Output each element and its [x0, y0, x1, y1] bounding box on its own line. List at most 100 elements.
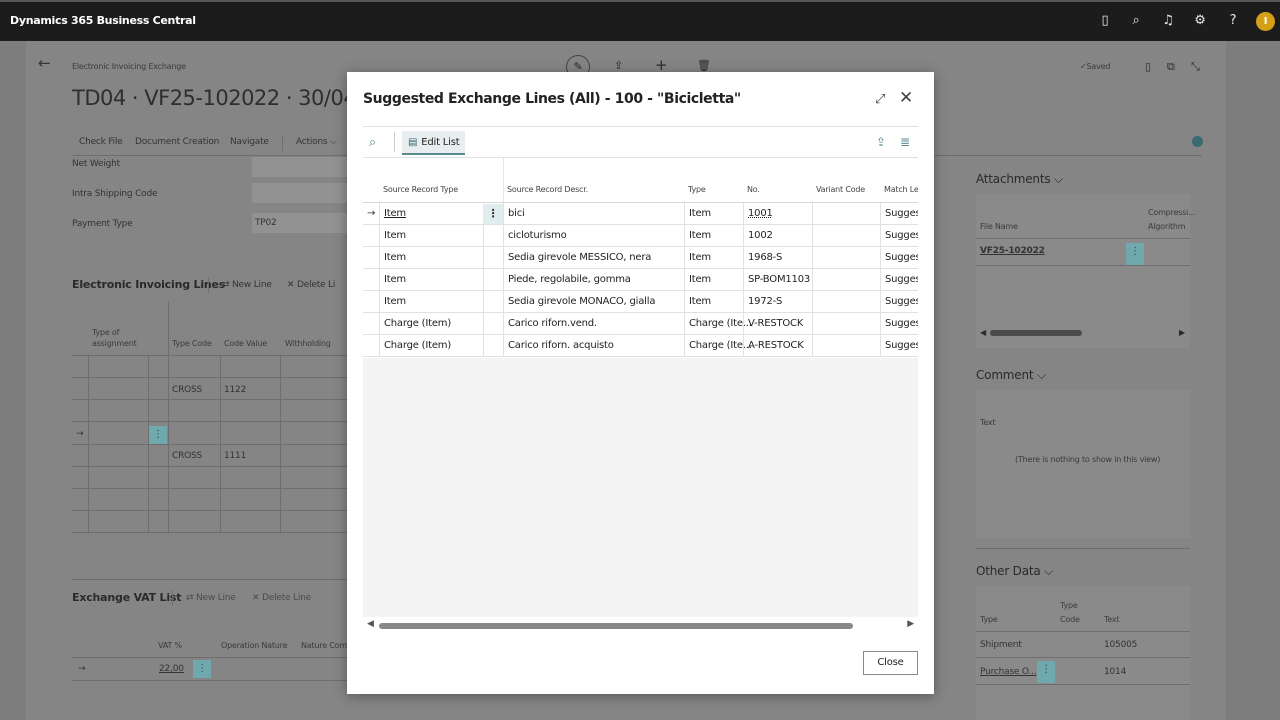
- vat-delete-line-button[interactable]: ✕ Delete Line: [252, 593, 311, 603]
- share-icon[interactable]: ⇪: [614, 59, 623, 72]
- attachments-title[interactable]: Attachments ⌵: [976, 172, 1063, 187]
- search-icon[interactable]: ⌕: [1128, 13, 1144, 29]
- col-variant-code[interactable]: Variant Code: [816, 185, 865, 194]
- eil-delete-line-button[interactable]: ✕ Delete Li: [287, 280, 335, 290]
- other-row-menu-icon[interactable]: ⋮: [1037, 661, 1055, 683]
- vat-new-line-button[interactable]: ⇄ New Line: [186, 593, 236, 603]
- scroll-left-icon[interactable]: ◀: [367, 619, 374, 629]
- table-row[interactable]: Item Sedia girevole MESSICO, nera Item 1…: [363, 247, 918, 269]
- attachments-scrollbar[interactable]: [990, 330, 1082, 336]
- cell-type[interactable]: Item: [689, 225, 711, 247]
- cell-match[interactable]: Suggest: [885, 203, 918, 225]
- cell-match[interactable]: Suggest: [885, 313, 918, 335]
- eil-row-code-value[interactable]: 1122: [224, 385, 246, 395]
- info-icon[interactable]: [1192, 136, 1203, 147]
- table-row[interactable]: Item Piede, regolabile, gomma Item SP-BO…: [363, 269, 918, 291]
- cell-match[interactable]: Suggest: [885, 247, 918, 269]
- cell-source-descr[interactable]: bici: [508, 203, 525, 225]
- help-icon[interactable]: ?: [1225, 13, 1241, 29]
- cell-match[interactable]: Suggest: [885, 335, 918, 357]
- scrollbar-thumb[interactable]: [379, 623, 853, 629]
- attachments-scroll-right-icon[interactable]: ▶: [1179, 328, 1185, 337]
- close-button[interactable]: Close: [863, 651, 918, 675]
- other-row-text[interactable]: 105005: [1104, 640, 1137, 650]
- cell-no[interactable]: 1968-S: [748, 247, 782, 269]
- edit-list-button[interactable]: ▤ Edit List: [402, 131, 466, 155]
- other-row-type[interactable]: Shipment: [980, 640, 1022, 650]
- cell-match[interactable]: Suggest: [885, 269, 918, 291]
- cell-no[interactable]: V-RESTOCK: [748, 313, 803, 335]
- table-row[interactable]: Charge (Item) Carico riforn.vend. Charge…: [363, 313, 918, 335]
- eil-row-type-code[interactable]: CROSS: [172, 385, 202, 395]
- app-brand[interactable]: Dynamics 365 Business Central: [10, 14, 196, 27]
- eil-row-menu-icon[interactable]: ⋮: [149, 426, 167, 444]
- other-row-type[interactable]: Purchase O...: [980, 667, 1037, 677]
- menu-document-creation[interactable]: Document Creation: [135, 137, 219, 147]
- collapse-icon[interactable]: ⤡: [1191, 60, 1200, 74]
- table-row[interactable]: → Item ⋮ bici Item 1001 Suggest: [363, 203, 918, 225]
- payment-type-input[interactable]: TP02: [252, 213, 347, 233]
- cell-type[interactable]: Item: [689, 203, 711, 225]
- breadcrumb[interactable]: Electronic Invoicing Exchange: [72, 62, 186, 71]
- horizontal-scrollbar[interactable]: ◀ ▶: [363, 619, 918, 632]
- cell-no[interactable]: A-RESTOCK: [748, 335, 804, 357]
- user-avatar[interactable]: I: [1256, 12, 1275, 31]
- bookmark-icon[interactable]: ▯: [1145, 60, 1151, 73]
- cell-source-descr[interactable]: Carico riforn.vend.: [508, 313, 597, 335]
- cell-source-type[interactable]: Item: [384, 269, 406, 291]
- cell-type[interactable]: Item: [689, 269, 711, 291]
- back-arrow-icon[interactable]: ←: [38, 54, 51, 72]
- eil-row-code-value[interactable]: 1111: [224, 451, 246, 461]
- col-source-record-descr[interactable]: Source Record Descr.: [507, 185, 588, 194]
- cell-source-descr[interactable]: Piede, regolabile, gomma: [508, 269, 631, 291]
- share-icon[interactable]: ⇪: [876, 135, 886, 149]
- cell-source-type[interactable]: Item: [384, 291, 406, 313]
- delete-icon[interactable]: 🗑: [697, 59, 711, 72]
- cell-source-descr[interactable]: cicloturismo: [508, 225, 567, 247]
- net-weight-input[interactable]: [252, 157, 347, 177]
- list-view-icon[interactable]: ≣: [900, 135, 910, 149]
- cell-match[interactable]: Suggest: [885, 225, 918, 247]
- notification-bell-icon[interactable]: ♫: [1160, 13, 1176, 29]
- eil-new-line-button[interactable]: ⇄ New Line: [222, 280, 272, 290]
- attachment-file-link[interactable]: VF25-102022: [980, 246, 1045, 256]
- cell-source-descr[interactable]: Sedia girevole MESSICO, nera: [508, 247, 651, 269]
- col-no[interactable]: No.: [747, 185, 760, 194]
- menu-actions[interactable]: Actions ⌵: [296, 137, 337, 147]
- cell-source-type[interactable]: Item: [384, 247, 406, 269]
- settings-gear-icon[interactable]: ⚙: [1192, 13, 1208, 29]
- cell-source-type[interactable]: Charge (Item): [384, 335, 451, 357]
- row-menu-icon[interactable]: ⋮: [483, 204, 503, 224]
- cell-source-descr[interactable]: Carico riforn. acquisto: [508, 335, 614, 357]
- close-icon[interactable]: ✕: [899, 88, 913, 108]
- cell-no[interactable]: 1002: [748, 225, 773, 247]
- cell-no[interactable]: SP-BOM1103: [748, 269, 810, 291]
- cell-source-descr[interactable]: Sedia girevole MONACO, gialla: [508, 291, 655, 313]
- scroll-right-icon[interactable]: ▶: [907, 619, 914, 629]
- search-icon[interactable]: ⌕: [369, 135, 385, 151]
- cell-no[interactable]: 1001: [748, 203, 773, 225]
- col-type[interactable]: Type: [688, 185, 706, 194]
- cell-source-type[interactable]: Item: [384, 203, 406, 225]
- col-match-level[interactable]: Match Lev: [884, 185, 918, 194]
- other-data-title[interactable]: Other Data ⌵: [976, 564, 1053, 579]
- vat-percent-value[interactable]: 22,00: [159, 664, 184, 674]
- eil-row-type-code[interactable]: CROSS: [172, 451, 202, 461]
- intra-shipping-input[interactable]: [252, 183, 347, 203]
- cell-match[interactable]: Suggest: [885, 291, 918, 313]
- open-new-window-icon[interactable]: ⧉: [1167, 60, 1175, 74]
- vat-row-menu-icon[interactable]: ⋮: [193, 660, 211, 678]
- cell-no[interactable]: 1972-S: [748, 291, 782, 313]
- expand-icon[interactable]: ⤢: [875, 90, 885, 110]
- table-row[interactable]: Item Sedia girevole MONACO, gialla Item …: [363, 291, 918, 313]
- col-source-record-type[interactable]: Source Record Type: [383, 185, 458, 194]
- menu-navigate[interactable]: Navigate: [230, 137, 269, 147]
- cell-source-type[interactable]: Charge (Item): [384, 313, 451, 335]
- cell-type[interactable]: Item: [689, 291, 711, 313]
- table-row[interactable]: Charge (Item) Carico riforn. acquisto Ch…: [363, 335, 918, 357]
- document-icon[interactable]: ▯: [1097, 13, 1113, 29]
- table-row[interactable]: Item cicloturismo Item 1002 Suggest: [363, 225, 918, 247]
- attachments-scroll-left-icon[interactable]: ◀: [980, 328, 986, 337]
- other-row-text[interactable]: 1014: [1104, 667, 1126, 677]
- menu-check-file[interactable]: Check File: [79, 137, 123, 147]
